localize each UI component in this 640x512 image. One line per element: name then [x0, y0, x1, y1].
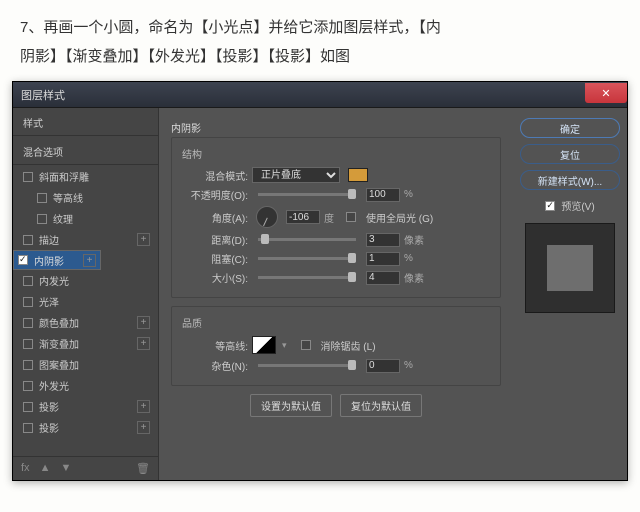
size-slider[interactable]	[258, 276, 356, 279]
antialias-checkbox[interactable]	[301, 340, 311, 350]
quality-heading: 品质	[182, 315, 490, 330]
global-light-label: 使用全局光 (G)	[366, 210, 433, 225]
checkbox[interactable]	[37, 193, 47, 203]
add-icon[interactable]: +	[137, 316, 150, 329]
sidebar-footer: fx ▲ ▼ 🗑	[13, 456, 158, 480]
angle-dial[interactable]	[256, 206, 278, 228]
blend-mode-label: 混合模式:	[182, 168, 248, 183]
contour-label: 等高线:	[182, 338, 248, 353]
window-title: 图层样式	[21, 87, 65, 103]
opacity-label: 不透明度(O):	[182, 187, 248, 202]
angle-label: 角度(A):	[182, 210, 248, 225]
down-icon[interactable]: ▼	[60, 462, 71, 475]
opacity-input[interactable]	[366, 188, 400, 202]
size-label: 大小(S):	[182, 270, 248, 285]
angle-input[interactable]	[286, 210, 320, 224]
structure-group: 结构 混合模式: 正片叠底 不透明度(O): % 角度(A): 度	[171, 137, 501, 298]
effects-sidebar: 样式 混合选项 斜面和浮雕 等高线 纹理 描边+ 内阴影+ 内发光 光泽 颜色叠…	[13, 108, 159, 480]
titlebar: 图层样式 ✕	[13, 82, 627, 108]
effect-drop-shadow-2[interactable]: 投影+	[13, 417, 158, 438]
checkbox[interactable]	[23, 423, 33, 433]
add-icon[interactable]: +	[83, 254, 96, 267]
checkbox[interactable]	[23, 318, 33, 328]
effect-stroke[interactable]: 描边+	[13, 229, 158, 250]
trash-icon[interactable]: 🗑	[136, 462, 150, 475]
contour-picker[interactable]	[252, 336, 276, 354]
preview-checkbox[interactable]	[545, 201, 555, 211]
distance-input[interactable]	[366, 233, 400, 247]
checkbox[interactable]	[23, 381, 33, 391]
effect-outer-glow[interactable]: 外发光	[13, 375, 158, 396]
distance-slider[interactable]: .slider[style*="--p:3%"]::after{right:au…	[258, 238, 356, 241]
noise-slider[interactable]	[258, 364, 356, 367]
noise-input[interactable]	[366, 359, 400, 373]
right-column: 确定 复位 新建样式(W)... 预览(V)	[513, 108, 627, 480]
checkbox[interactable]	[23, 276, 33, 286]
new-style-button[interactable]: 新建样式(W)...	[520, 170, 620, 190]
size-input[interactable]	[366, 271, 400, 285]
sidebar-blend-options[interactable]: 混合选项	[13, 137, 158, 163]
add-icon[interactable]: +	[137, 233, 150, 246]
antialias-label: 消除锯齿 (L)	[321, 338, 376, 353]
chevron-down-icon[interactable]: ▾	[282, 340, 287, 351]
preview-label: 预览(V)	[561, 198, 594, 213]
ok-button[interactable]: 确定	[520, 118, 620, 138]
effect-contour[interactable]: 等高线	[13, 187, 158, 208]
checkbox[interactable]	[23, 235, 33, 245]
instruction-line1: 7、再画一个小圆，命名为【小光点】并给它添加图层样式，【内	[20, 14, 620, 43]
checkbox[interactable]	[23, 360, 33, 370]
global-light-checkbox[interactable]	[346, 212, 356, 222]
unit-pct: %	[404, 189, 413, 200]
unit-pct: %	[404, 253, 413, 264]
unit-pct: %	[404, 360, 413, 371]
layer-style-dialog: 图层样式 ✕ 样式 混合选项 斜面和浮雕 等高线 纹理 描边+ 内阴影+ 内发光…	[12, 81, 628, 481]
unit-deg: 度	[324, 210, 334, 225]
reset-default-button[interactable]: 复位为默认值	[340, 394, 422, 417]
effect-texture[interactable]: 纹理	[13, 208, 158, 229]
effect-satin[interactable]: 光泽	[13, 291, 158, 312]
checkbox[interactable]	[37, 214, 47, 224]
instruction-line2: 阴影】【渐变叠加】【外发光】【投影】【投影】如图	[20, 43, 620, 72]
effect-gradient-overlay[interactable]: 渐变叠加+	[13, 333, 158, 354]
checkbox[interactable]	[23, 172, 33, 182]
choke-label: 阻塞(C):	[182, 251, 248, 266]
unit-px: 像素	[404, 232, 424, 247]
effect-bevel[interactable]: 斜面和浮雕	[13, 166, 158, 187]
up-icon[interactable]: ▲	[40, 462, 51, 475]
add-icon[interactable]: +	[137, 337, 150, 350]
color-swatch[interactable]	[348, 168, 368, 182]
add-icon[interactable]: +	[137, 421, 150, 434]
add-icon[interactable]: +	[137, 400, 150, 413]
choke-slider[interactable]	[258, 257, 356, 260]
preview-swatch	[547, 245, 593, 291]
set-default-button[interactable]: 设置为默认值	[250, 394, 332, 417]
effect-drop-shadow-1[interactable]: 投影+	[13, 396, 158, 417]
effect-inner-shadow[interactable]: 内阴影+	[13, 250, 101, 270]
sidebar-styles[interactable]: 样式	[13, 108, 158, 134]
panel-title: 内阴影	[171, 120, 501, 135]
preview-box	[525, 223, 615, 313]
settings-panel: 内阴影 结构 混合模式: 正片叠底 不透明度(O): % 角度(A):	[159, 108, 513, 480]
checkbox[interactable]	[23, 339, 33, 349]
blend-mode-select[interactable]: 正片叠底	[252, 167, 340, 183]
checkbox-checked[interactable]	[18, 255, 28, 265]
close-button[interactable]: ✕	[585, 83, 627, 103]
checkbox[interactable]	[23, 402, 33, 412]
reset-button[interactable]: 复位	[520, 144, 620, 164]
quality-group: 品质 等高线: ▾ 消除锯齿 (L) 杂色(N): %	[171, 306, 501, 386]
distance-label: 距离(D):	[182, 232, 248, 247]
structure-heading: 结构	[182, 146, 490, 161]
effect-inner-glow[interactable]: 内发光	[13, 270, 158, 291]
choke-input[interactable]	[366, 252, 400, 266]
noise-label: 杂色(N):	[182, 358, 248, 373]
effect-pattern-overlay[interactable]: 图案叠加	[13, 354, 158, 375]
checkbox[interactable]	[23, 297, 33, 307]
fx-label[interactable]: fx	[21, 462, 30, 475]
opacity-slider[interactable]	[258, 193, 356, 196]
unit-px: 像素	[404, 270, 424, 285]
effect-color-overlay[interactable]: 颜色叠加+	[13, 312, 158, 333]
